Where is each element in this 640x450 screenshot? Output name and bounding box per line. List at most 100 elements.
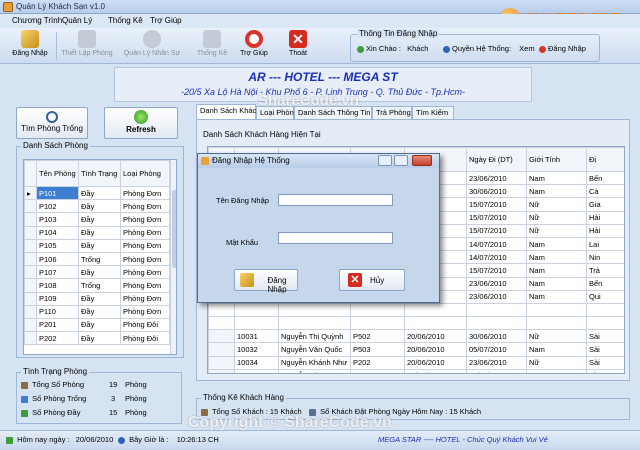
departure-date-cell[interactable]: 23/06/2010 <box>466 276 527 291</box>
room-status-cell[interactable]: Đầy <box>78 212 121 227</box>
login-link[interactable]: Đăng Nhập <box>539 44 586 53</box>
departure-date-cell[interactable]: 23/06/2010 <box>466 170 527 186</box>
departure-date-cell[interactable]: 23/06/2010 <box>466 355 527 370</box>
room-row[interactable]: P107 Đầy Phòng Đơn <box>24 265 170 280</box>
dialog-close-button[interactable] <box>412 155 432 166</box>
departure-date-cell[interactable]: 14/07/2010 <box>466 250 527 265</box>
room-status-cell[interactable]: Đầy <box>78 291 121 306</box>
room-status-cell[interactable]: Đầy <box>78 238 121 253</box>
arrival-date-cell[interactable]: 20/06/2010 <box>404 368 467 373</box>
room-type-cell[interactable]: Phòng Đơn <box>120 225 170 240</box>
address-cell[interactable]: Sài <box>586 329 624 344</box>
address-cell[interactable]: Sài <box>586 355 624 370</box>
customer-hidden-cell[interactable] <box>526 316 587 331</box>
address-cell[interactable]: Bến <box>586 276 624 291</box>
address-cell[interactable]: Sài <box>586 342 624 357</box>
departure-date-cell[interactable]: 30/06/2010 <box>466 329 527 344</box>
room-name-cell[interactable]: P101 <box>36 185 79 201</box>
room-setup-toolbar-button[interactable]: Thiết Lập Phòng <box>58 30 116 62</box>
customer-name-cell[interactable]: Nguyễn Văn Quốc <box>278 342 351 357</box>
gender-cell[interactable]: Nam <box>526 276 587 291</box>
address-cell[interactable]: Hải <box>586 210 624 225</box>
refresh-button[interactable]: Refresh <box>104 107 178 139</box>
dialog-maximize-button[interactable] <box>394 155 408 166</box>
room-name-cell[interactable]: P109 <box>36 291 79 306</box>
departure-date-cell[interactable]: 01/07/2010 <box>466 368 527 373</box>
departure-date-cell[interactable]: 05/07/2010 <box>466 342 527 357</box>
gender-cell[interactable]: Nam <box>526 236 587 252</box>
menu-statistics[interactable]: Thống Kê <box>108 16 143 25</box>
room-row[interactable]: P202 Đầy Phòng Đôi <box>24 331 170 346</box>
gender-cell[interactable]: Nữ <box>526 197 587 212</box>
departure-date-cell[interactable]: 15/07/2010 <box>466 210 527 225</box>
customer-hidden-cell[interactable] <box>586 302 624 318</box>
departure-date-cell[interactable]: 23/06/2010 <box>466 289 527 304</box>
customer-id-cell[interactable]: 10034 <box>234 355 279 370</box>
address-cell[interactable]: Cà <box>586 184 624 199</box>
room-name-cell[interactable]: P102 <box>36 199 79 214</box>
departure-date-cell[interactable]: 14/07/2010 <box>466 236 527 252</box>
room-status-cell[interactable]: Đầy <box>78 265 121 280</box>
menu-manage[interactable]: Quản Lý <box>62 16 92 25</box>
customer-hidden-cell[interactable] <box>466 302 527 318</box>
gender-cell[interactable]: Nam <box>526 342 587 357</box>
departure-date-cell[interactable]: 15/07/2010 <box>466 223 527 238</box>
room-row[interactable]: P104 Đầy Phòng Đơn <box>24 225 170 240</box>
room-type-cell[interactable]: Phòng Đơn <box>120 185 170 201</box>
menu-help[interactable]: Trợ Giúp <box>150 16 182 25</box>
customer-name-cell[interactable]: Nguyễn Hà <box>278 368 351 373</box>
gender-cell[interactable]: Nam <box>526 184 587 199</box>
room-name-cell[interactable]: P105 <box>36 238 79 253</box>
room-type-cell[interactable]: Phòng Đôi <box>120 331 170 346</box>
customer-hidden-cell[interactable] <box>234 316 279 331</box>
customer-row[interactable]: 10031 Nguyễn Thị Quỳnh P502 20/06/2010 30/06… <box>208 329 624 344</box>
staff-toolbar-button[interactable]: Quản Lý Nhân Sự <box>120 30 184 62</box>
gender-cell[interactable]: Nữ <box>526 355 587 370</box>
room-grid-scrollbar[interactable] <box>170 160 176 354</box>
room-type-cell[interactable]: Phòng Đơn <box>120 291 170 306</box>
customer-hidden-cell[interactable] <box>526 302 587 318</box>
room-name-cell[interactable]: P104 <box>36 225 79 240</box>
room-type-cell[interactable]: Phòng Đơn <box>120 199 170 214</box>
room-row[interactable]: P106 Trống Phòng Đơn <box>24 251 170 267</box>
address-cell[interactable]: Hải <box>586 223 624 238</box>
room-row[interactable]: P103 Đầy Phòng Đơn <box>24 212 170 227</box>
tab-search[interactable]: Tìm Kiếm <box>412 106 454 120</box>
address-cell[interactable]: Bến <box>586 170 624 186</box>
customer-hidden-cell[interactable] <box>208 316 235 331</box>
gender-cell[interactable]: Nam <box>526 263 587 278</box>
tab-customer-list[interactable]: Danh Sách Khách Hàng <box>196 104 280 120</box>
customer-row[interactable]: 10035Nguyễn HàP10520/06/201001/07/2010Na… <box>208 368 624 373</box>
room-status-cell[interactable]: Trống <box>78 278 121 293</box>
find-empty-room-button[interactable]: Tìm Phòng Trống <box>16 107 88 139</box>
gender-cell[interactable]: Nam <box>526 289 587 304</box>
customer-hidden-cell[interactable] <box>278 302 351 318</box>
arrival-date-cell[interactable]: 20/06/2010 <box>404 355 467 370</box>
room-type-cell[interactable]: Phòng Đơn <box>120 304 170 319</box>
customer-id-cell[interactable]: 10035 <box>234 368 279 373</box>
room-row[interactable]: P102 Đầy Phòng Đơn <box>24 199 170 214</box>
customer-name-cell[interactable]: Nguyễn Thị Quỳnh <box>278 329 351 344</box>
customer-hidden-cell[interactable] <box>350 316 405 331</box>
room-name-cell[interactable]: P201 <box>36 317 79 333</box>
customer-room-cell[interactable]: P502 <box>350 329 405 344</box>
tab-checkout[interactable]: Trả Phòng <box>372 106 412 120</box>
room-name-cell[interactable]: P110 <box>36 304 79 319</box>
password-input[interactable] <box>278 232 393 244</box>
room-name-cell[interactable]: P103 <box>36 212 79 227</box>
room-name-cell[interactable]: P106 <box>36 251 79 267</box>
room-type-cell[interactable]: Phòng Đơn <box>120 251 170 267</box>
room-row[interactable]: P105 Đầy Phòng Đơn <box>24 238 170 253</box>
customer-id-cell[interactable]: 10031 <box>234 329 279 344</box>
customer-hidden-cell[interactable] <box>278 316 351 331</box>
gender-cell[interactable]: Nữ <box>526 223 587 238</box>
room-status-cell[interactable]: Đầy <box>78 331 121 346</box>
col-address[interactable]: Đị <box>586 147 624 172</box>
username-input[interactable] <box>278 194 393 206</box>
customer-hidden-cell[interactable] <box>234 302 279 318</box>
customer-hidden-cell[interactable] <box>466 316 527 331</box>
menu-program[interactable]: Chương Trình <box>12 16 62 25</box>
customer-row[interactable]: 10034 Nguyễn Khánh Như P202 20/06/2010 23/06… <box>208 355 624 370</box>
room-grid[interactable]: Tên Phòng Tình Trạng Loại Phòng ▸ P101 Đầy… <box>23 159 177 355</box>
room-name-cell[interactable]: P108 <box>36 278 79 293</box>
